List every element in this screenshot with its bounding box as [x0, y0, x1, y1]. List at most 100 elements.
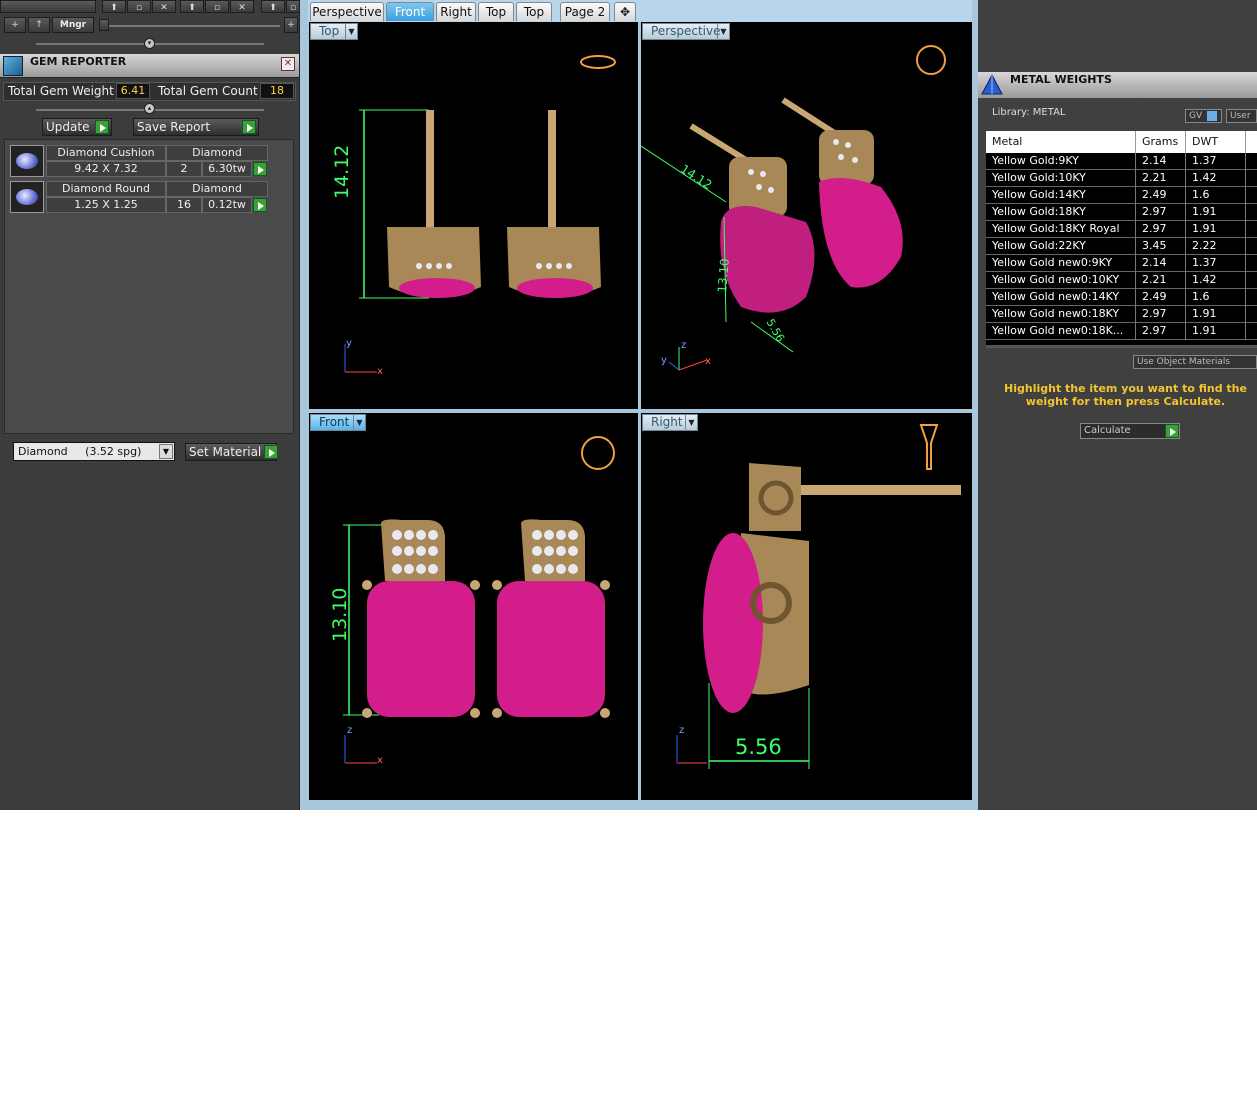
- table-row[interactable]: Yellow Gold:10KY 2.21 1.42: [986, 170, 1257, 187]
- dwt-cell: 1.37: [1186, 255, 1246, 272]
- use-object-materials-button[interactable]: Use Object Materials: [1133, 355, 1257, 369]
- gem-row[interactable]: Diamond Cushion Diamond 9.42 X 7.32 2 6.…: [10, 145, 268, 178]
- collapse-knob-icon-2[interactable]: ▴: [144, 103, 155, 114]
- save-icon[interactable]: ▫: [127, 0, 151, 13]
- orientation-ring-icon: [916, 45, 946, 75]
- gv-label: GV: [1189, 111, 1203, 121]
- material-select[interactable]: Diamond (3.52 spg) ▼: [13, 442, 175, 461]
- table-scrollbar[interactable]: [986, 345, 1257, 348]
- table-row[interactable]: Yellow Gold new0:14KY 2.49 1.6: [986, 289, 1257, 306]
- close-icon[interactable]: ✕: [281, 57, 295, 71]
- update-go-icon[interactable]: [95, 120, 109, 134]
- table-row[interactable]: Yellow Gold:18KY 2.97 1.91: [986, 204, 1257, 221]
- delete-icon-2[interactable]: ✕: [230, 0, 254, 13]
- table-row[interactable]: Yellow Gold:22KY 3.45 2.22: [986, 238, 1257, 255]
- axis-y-label: y: [661, 355, 667, 366]
- viewport-front[interactable]: Front ▼ 13.10 z x: [309, 413, 638, 800]
- dwt-cell: 1.42: [1186, 170, 1246, 187]
- dimension-label: 14.12: [331, 144, 353, 199]
- table-row[interactable]: Yellow Gold:18KY Royal 2.97 1.91: [986, 221, 1257, 238]
- table-row[interactable]: Yellow Gold new0:18KY 2.97 1.91: [986, 306, 1257, 323]
- table-row[interactable]: Yellow Gold new0:18K... 2.97 1.91: [986, 323, 1257, 340]
- top-view-render: [344, 55, 616, 373]
- move-up-icon-3[interactable]: ⬆: [261, 0, 285, 13]
- dwt-cell: 1.42: [1186, 272, 1246, 289]
- add-icon-2[interactable]: +: [284, 17, 298, 33]
- grams-cell: 2.21: [1136, 170, 1186, 187]
- metal-name-cell: Yellow Gold new0:14KY: [986, 289, 1136, 306]
- gem-row[interactable]: Diamond Round Diamond 1.25 X 1.25 16 0.1…: [10, 181, 268, 214]
- dwt-cell: 1.91: [1186, 221, 1246, 238]
- add-tab-icon[interactable]: ✥: [614, 2, 636, 21]
- gem-go-icon[interactable]: [253, 162, 267, 176]
- table-row[interactable]: Yellow Gold new0:9KY 2.14 1.37: [986, 255, 1257, 272]
- axis-z-label: z: [679, 725, 685, 736]
- gem-weight: 0.12tw: [202, 197, 252, 213]
- gem-list: Diamond Cushion Diamond 9.42 X 7.32 2 6.…: [4, 139, 294, 434]
- gv-button[interactable]: GV: [1185, 109, 1222, 123]
- instruction-text: Highlight the item you want to find the …: [1004, 382, 1247, 408]
- move-up-icon[interactable]: ⬆: [102, 0, 126, 13]
- metal-weights-title: METAL WEIGHTS: [1010, 73, 1112, 86]
- gem-name: Diamond Cushion: [46, 145, 166, 161]
- chevron-down-icon[interactable]: ▼: [159, 444, 173, 459]
- gem-size: 9.42 X 7.32: [46, 161, 166, 177]
- tab-page-2[interactable]: Page 2: [560, 2, 610, 21]
- set-material-go-icon[interactable]: [264, 445, 278, 459]
- gem-size: 1.25 X 1.25: [46, 197, 166, 213]
- move-up-icon-2[interactable]: ⬆: [180, 0, 204, 13]
- table-row[interactable]: Yellow Gold:9KY 2.14 1.37: [986, 153, 1257, 170]
- material-select-value: Diamond (3.52 spg): [18, 445, 142, 458]
- total-weight-label: Total Gem Weight: [8, 84, 114, 98]
- save-report-button[interactable]: Save Report: [133, 118, 259, 136]
- column-header-dwt[interactable]: DWT: [1186, 131, 1246, 153]
- tab-right[interactable]: Right: [436, 2, 476, 21]
- column-header-grams[interactable]: Grams: [1136, 131, 1186, 153]
- calculate-label: Calculate: [1084, 425, 1131, 436]
- save-report-go-icon[interactable]: [242, 120, 256, 134]
- grams-cell: 2.14: [1136, 255, 1186, 272]
- dwt-cell: 1.91: [1186, 306, 1246, 323]
- save-icon-3[interactable]: ▫: [286, 0, 300, 13]
- total-count-value: 18: [260, 83, 294, 99]
- table-row[interactable]: Yellow Gold new0:10KY 2.21 1.42: [986, 272, 1257, 289]
- metal-weights-panel: METAL WEIGHTS Library: METAL GV User Met…: [978, 0, 1257, 810]
- tab-top-2[interactable]: Top: [516, 2, 552, 21]
- add-icon[interactable]: +: [4, 17, 26, 33]
- toolbar-slider-handle[interactable]: [99, 19, 109, 31]
- collapse-knob-icon[interactable]: ▾: [144, 38, 155, 49]
- gem-go-icon[interactable]: [253, 198, 267, 212]
- metal-name-cell: Yellow Gold:18KY: [986, 204, 1136, 221]
- gem-name: Diamond Round: [46, 181, 166, 197]
- gem-reporter-title: GEM REPORTER: [30, 55, 127, 68]
- viewport-top[interactable]: Top ▼ 14.12 y x: [309, 22, 638, 409]
- metal-name-cell: Yellow Gold:10KY: [986, 170, 1136, 187]
- tab-top[interactable]: Top: [478, 2, 514, 21]
- manager-button[interactable]: Mngr: [52, 17, 94, 33]
- gv-indicator-icon: [1207, 110, 1218, 121]
- gem-material: Diamond: [166, 145, 268, 161]
- dwt-cell: 1.37: [1186, 153, 1246, 170]
- axis-z-label: z: [347, 725, 353, 736]
- user-button[interactable]: User: [1226, 109, 1257, 123]
- tab-front[interactable]: Front: [386, 2, 434, 21]
- app-window: ⬆ ▫ ✕ ⬆ ▫ ✕ ⬆ ▫ + ↑ Mngr + ▾ GEM REPORTE…: [0, 0, 1257, 810]
- save-icon-2[interactable]: ▫: [205, 0, 229, 13]
- axis-x-label: x: [705, 356, 711, 367]
- orientation-ring-icon: [580, 55, 616, 69]
- dwt-cell: 1.6: [1186, 289, 1246, 306]
- viewport-perspective[interactable]: Perspective ▼ 14.12 13.10 5.56 z x y: [641, 22, 972, 409]
- table-row[interactable]: Yellow Gold:14KY 2.49 1.6: [986, 187, 1257, 204]
- left-panel: ⬆ ▫ ✕ ⬆ ▫ ✕ ⬆ ▫ + ↑ Mngr + ▾ GEM REPORTE…: [0, 0, 300, 810]
- grams-cell: 2.49: [1136, 187, 1186, 204]
- toolbar-slider[interactable]: [100, 25, 280, 27]
- total-weight-value: 6.41: [116, 83, 150, 99]
- delete-icon[interactable]: ✕: [152, 0, 176, 13]
- calculate-go-icon[interactable]: [1165, 424, 1179, 438]
- gem-thumbnail-icon: [10, 181, 44, 213]
- viewport-right[interactable]: Right ▼ 5.56 z: [641, 413, 972, 800]
- column-header-metal[interactable]: Metal: [986, 131, 1136, 153]
- ring-orientation-icon: [581, 436, 615, 470]
- arrow-up-icon[interactable]: ↑: [28, 17, 50, 33]
- tab-perspective[interactable]: Perspective: [310, 2, 384, 21]
